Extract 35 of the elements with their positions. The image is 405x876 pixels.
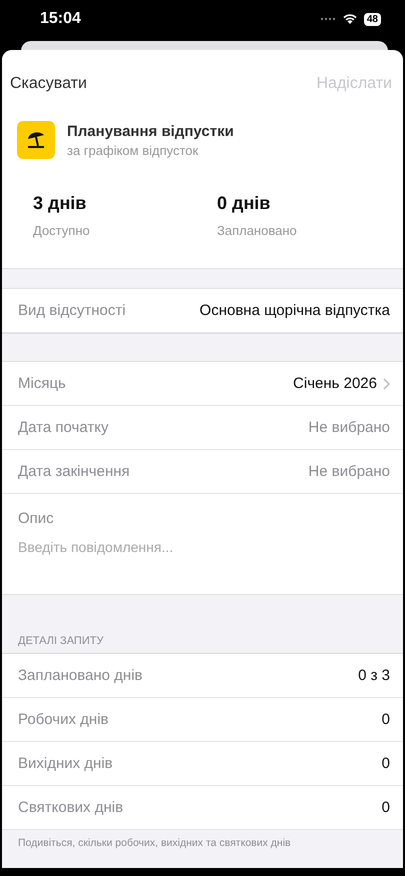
chevron-icon [383, 378, 390, 390]
row-value: 0 [382, 755, 390, 772]
page-subtitle: за графіком відпусток [67, 142, 200, 158]
battery-level: 48 [364, 12, 381, 26]
status-time: 15:04 [40, 10, 81, 28]
beach-umbrella-icon [17, 121, 55, 159]
row-label: Дата закінчення [18, 463, 130, 480]
wifi-icon [342, 13, 358, 25]
row-label: Робочих днів [18, 711, 108, 728]
absence-type-row[interactable]: Вид відсутності Основна щорічна відпустка [2, 289, 403, 333]
footer-note: Подивіться, скільки робочих, вихідних та святкових днів [18, 837, 291, 849]
row-label: Місяць [18, 375, 66, 392]
stat-label: Заплановано [217, 223, 298, 238]
page-title: Планування відпустки [67, 122, 234, 140]
row-label: Заплановано днів [18, 667, 143, 684]
stat-label: Доступно [33, 223, 91, 238]
row-label: Святкових днів [18, 799, 124, 816]
signal-icon [320, 17, 336, 21]
row-label: Вихідних днів [18, 755, 113, 772]
row-value: 0 [382, 711, 390, 728]
row-value: Не вибрано [308, 419, 390, 436]
form-row[interactable]: Місяць Січень 2026 [2, 362, 403, 406]
stat-value: 0 днів [217, 193, 272, 214]
cancel-button[interactable]: Скасувати [10, 75, 87, 93]
row-value: Січень 2026 [293, 375, 377, 392]
row-value: Основна щорічна відпустка [200, 302, 390, 319]
row-label: Дата початку [18, 419, 108, 436]
row-value: 0 з 3 [358, 667, 390, 684]
description-field[interactable]: Введіть повідомлення... [18, 539, 387, 555]
stat-value: 3 днів [33, 193, 88, 214]
section-heading: ДЕТАЛІ ЗАПИТУ [18, 635, 104, 647]
row-value: 0 [382, 799, 390, 816]
row-value: Не вибрано [308, 463, 390, 480]
description-label: Опис [18, 510, 55, 527]
row-label: Вид відсутності [18, 302, 126, 319]
